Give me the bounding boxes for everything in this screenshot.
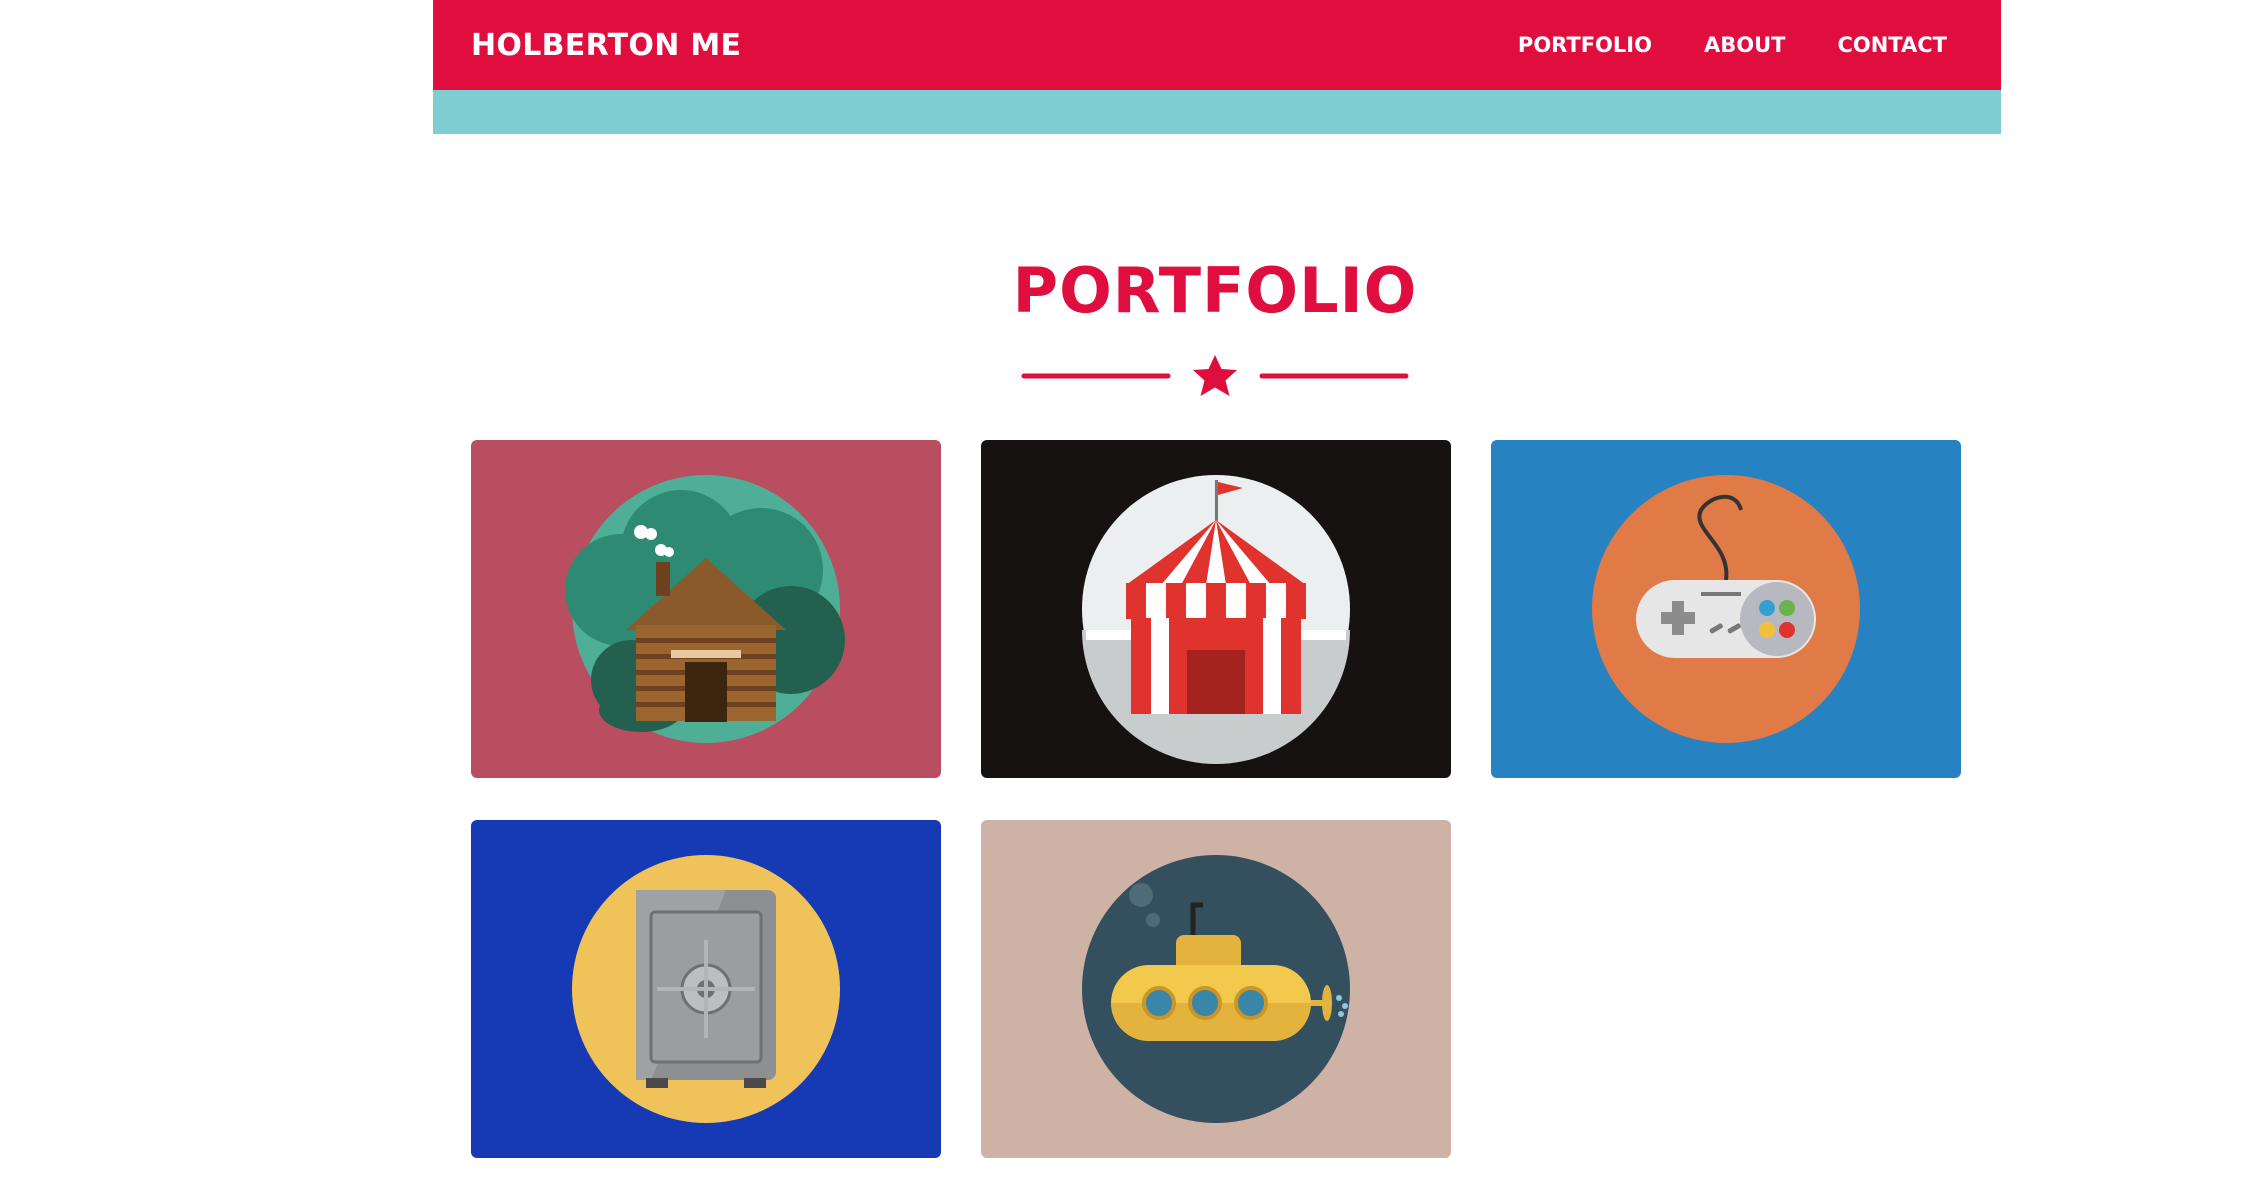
main-nav: PORTFOLIO ABOUT CONTACT — [1518, 33, 1947, 57]
nav-link-contact[interactable]: CONTACT — [1837, 33, 1947, 57]
circus-tent-icon — [1082, 475, 1350, 764]
submarine-icon — [1082, 855, 1350, 1123]
game-controller-icon — [1592, 475, 1860, 743]
nav-link-portfolio[interactable]: PORTFOLIO — [1518, 33, 1652, 57]
portfolio-item-submarine[interactable] — [981, 820, 1451, 1158]
star-icon — [1193, 355, 1237, 396]
portfolio-item-circus[interactable] — [981, 440, 1451, 778]
nav-link-about[interactable]: ABOUT — [1704, 33, 1786, 57]
section-title: PORTFOLIO — [1012, 254, 1418, 327]
title-divider — [1021, 355, 1409, 396]
brand-logo[interactable]: HOLBERTON ME — [471, 28, 741, 63]
page: HOLBERTON ME PORTFOLIO ABOUT CONTACT POR… — [0, 0, 2260, 1194]
portfolio-item-cabin[interactable] — [471, 440, 941, 778]
safe-icon — [572, 855, 840, 1123]
navbar: HOLBERTON ME PORTFOLIO ABOUT CONTACT — [433, 0, 2001, 90]
portfolio-item-safe[interactable] — [471, 820, 941, 1158]
header: HOLBERTON ME PORTFOLIO ABOUT CONTACT — [433, 0, 2001, 134]
portfolio-item-controller[interactable] — [1491, 440, 1961, 778]
header-accent-band — [433, 90, 2001, 134]
